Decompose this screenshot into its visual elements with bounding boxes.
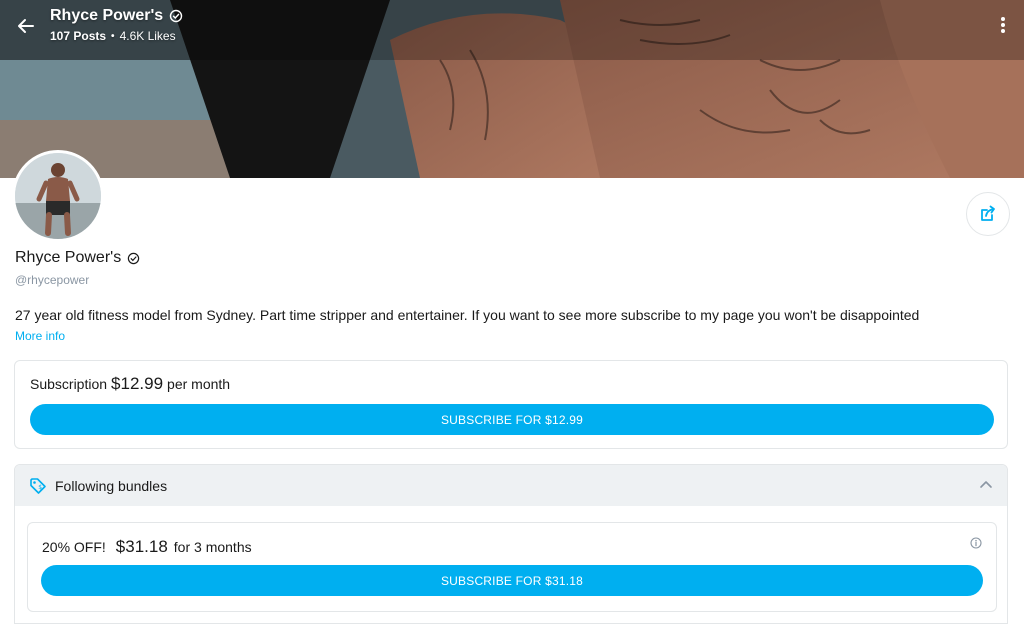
subscribe-button[interactable]: SUBSCRIBE FOR $12.99 (30, 404, 994, 435)
profile-bio: 27 year old fitness model from Sydney. P… (15, 307, 920, 323)
bundles-title: Following bundles (55, 478, 168, 494)
likes-count: 4.6K Likes (119, 29, 176, 43)
stats-separator: • (111, 30, 115, 42)
subscription-label: Subscription (30, 376, 108, 392)
verified-icon (127, 252, 140, 264)
profile-name-text: Rhyce Power's (15, 249, 122, 266)
bundle-price-line: 20% OFF! $31.18 for 3 months (42, 537, 252, 557)
share-button[interactable] (966, 192, 1010, 236)
more-options-button[interactable] (992, 12, 1014, 38)
price-tag-icon: $ (30, 478, 46, 494)
avatar-image (15, 153, 101, 239)
subscription-price-line: Subscription $12.99 per month (30, 374, 230, 394)
bundles-section: $ Following bundles 20% OFF! $31.18 for … (14, 464, 1008, 624)
bundle-card: 20% OFF! $31.18 for 3 months SUBSCRIBE F… (27, 522, 997, 612)
arrow-left-icon (18, 19, 34, 33)
verified-icon (169, 9, 183, 23)
svg-text:$: $ (38, 484, 42, 491)
posts-count: 107 Posts (50, 29, 107, 43)
top-bar: Rhyce Power's 107 Posts • 4.6K Likes (0, 0, 1024, 50)
subscription-card: Subscription $12.99 per month SUBSCRIBE … (14, 360, 1008, 449)
more-vertical-icon (1001, 17, 1005, 33)
profile-name: Rhyce Power's (15, 249, 140, 267)
subscription-period: per month (167, 376, 231, 392)
bundle-subscribe-button[interactable]: SUBSCRIBE FOR $31.18 (41, 565, 983, 596)
chevron-up-icon[interactable] (979, 479, 993, 489)
bundles-header[interactable]: $ Following bundles (15, 465, 1007, 506)
more-info-link[interactable]: More info (15, 329, 65, 343)
avatar[interactable] (12, 150, 104, 242)
header-title: Rhyce Power's (50, 7, 183, 25)
bundle-discount: 20% OFF! (42, 539, 106, 555)
header-title-text: Rhyce Power's (50, 7, 164, 24)
back-button[interactable] (12, 12, 40, 40)
bundle-price: $31.18 (115, 537, 168, 556)
profile-cover: Rhyce Power's 107 Posts • 4.6K Likes (0, 0, 1024, 178)
profile-handle: @rhycepower (15, 273, 90, 287)
share-icon (981, 205, 995, 221)
info-icon[interactable] (970, 537, 982, 549)
subscription-price: $12.99 (111, 374, 164, 393)
bundle-duration: for 3 months (173, 539, 252, 555)
header-stats: 107 Posts • 4.6K Likes (50, 29, 176, 43)
